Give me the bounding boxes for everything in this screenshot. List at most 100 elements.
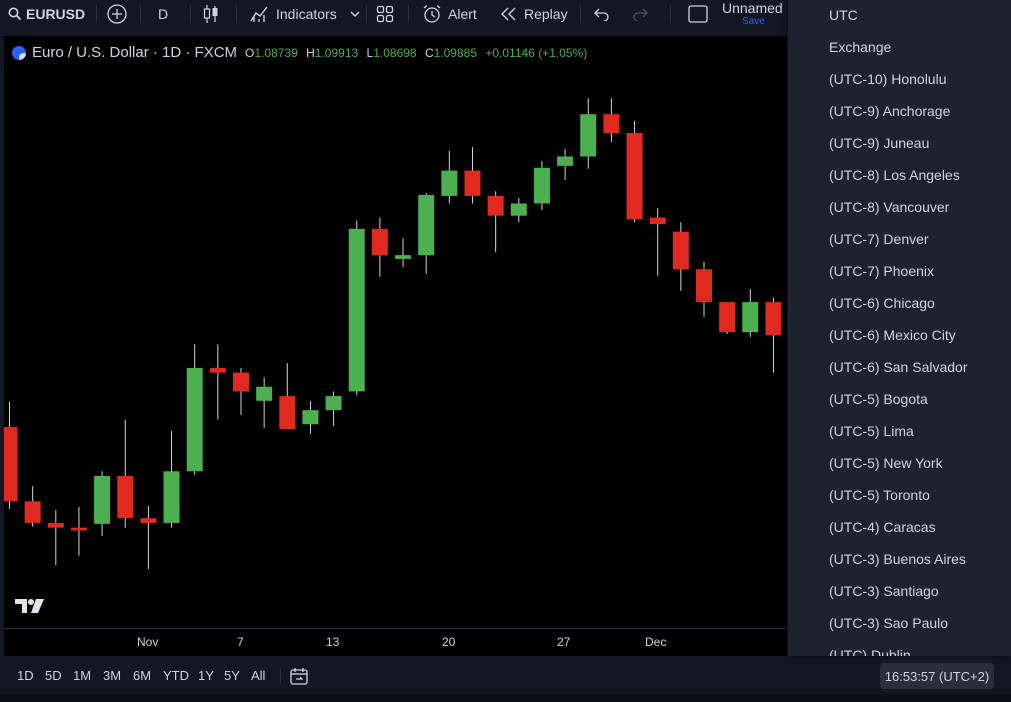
candle-up [580, 114, 597, 157]
candle-up [325, 396, 342, 411]
range-1m-button[interactable]: 1M [73, 668, 91, 683]
indicators-button[interactable]: Indicators [250, 0, 337, 28]
candle-down [140, 518, 157, 523]
timezone-option[interactable]: (UTC-6) Mexico City [829, 327, 956, 343]
timezone-option[interactable]: (UTC-7) Phoenix [829, 263, 934, 279]
compare-symbol-button[interactable] [106, 0, 128, 28]
timezone-option[interactable]: (UTC-6) San Salvador [829, 359, 968, 375]
indicator-templates-button[interactable] [350, 0, 360, 28]
timezone-option[interactable]: (UTC-3) Buenos Aires [829, 551, 966, 567]
candle-down [47, 522, 64, 528]
timezone-option[interactable]: (UTC-3) Sao Paulo [829, 615, 948, 631]
high-label: H [306, 45, 315, 60]
timezone-option[interactable]: (UTC-5) Bogota [829, 391, 928, 407]
toolbar-divider [236, 5, 237, 23]
toolbar-divider [96, 5, 97, 23]
layout-setup-button[interactable] [376, 0, 394, 28]
timezone-option[interactable]: (UTC-6) Chicago [829, 295, 935, 311]
layout-checkbox[interactable] [688, 0, 708, 28]
candle-down [696, 269, 712, 303]
toolbar-divider [670, 5, 671, 23]
price-chart[interactable]: Euro / U.S. Dollar · 1D · FXCM O1.08739 … [4, 36, 787, 628]
timezone-option[interactable]: (UTC-5) Lima [829, 423, 914, 439]
timezone-menu[interactable]: UTC Exchange (UTC-10) Honolulu (UTC-9) Anch… [788, 0, 1011, 656]
x-tick-label: 13 [326, 635, 340, 649]
interval-button[interactable]: D [158, 0, 168, 28]
toolbar-divider [408, 5, 409, 23]
close-label: C [424, 45, 434, 60]
symbol-label: EURUSD [26, 6, 86, 22]
currency-flag-icon [12, 45, 26, 60]
grid-layout-icon [376, 5, 394, 23]
candle-down [279, 396, 296, 429]
range-ytd-button[interactable]: YTD [163, 668, 189, 683]
search-icon [8, 7, 22, 21]
x-tick-label: 20 [442, 635, 456, 649]
range-3m-button[interactable]: 3M [103, 668, 121, 683]
timezone-option[interactable]: (UTC-8) Los Angeles [829, 167, 960, 183]
open-value: 1.08739 [254, 45, 298, 60]
candle-up [510, 203, 527, 216]
time-axis[interactable]: Nov 7 13 20 27 Dec [4, 628, 787, 657]
range-all-button[interactable]: All [251, 668, 265, 683]
toolbar-divider [580, 5, 581, 23]
chart-type-button[interactable] [202, 0, 220, 28]
range-1d-button[interactable]: 1D [17, 668, 34, 683]
candle-down [4, 427, 18, 502]
timezone-option[interactable]: (UTC) Dublin [829, 647, 911, 656]
timezone-option[interactable]: (UTC-7) Denver [829, 231, 929, 247]
timezone-option[interactable]: (UTC-4) Caracas [829, 519, 936, 535]
save-label: Save [742, 16, 765, 27]
layout-name: Unnamed [722, 0, 783, 16]
range-5d-button[interactable]: 5D [45, 668, 62, 683]
x-tick-label: Dec [645, 635, 667, 649]
layout-name-button[interactable]: Unnamed Save [722, 0, 783, 28]
ohlc-values: O1.08739 H1.09913 L1.08698 C1.09885 +0.0… [245, 46, 592, 60]
candles-icon [203, 5, 218, 23]
timezone-option[interactable]: (UTC-9) Anchorage [829, 103, 950, 119]
candle-down [649, 217, 666, 225]
alert-label: Alert [448, 6, 477, 22]
redo-button[interactable] [632, 0, 648, 28]
square-icon [688, 5, 708, 23]
candle-down [603, 114, 620, 133]
candle-up [418, 194, 435, 256]
candle-down [70, 527, 87, 531]
symbol-search-button[interactable]: EURUSD [8, 0, 85, 28]
x-tick-label: Nov [137, 635, 159, 649]
timezone-clock-button[interactable]: 16:53:57 (UTC+2) [880, 663, 994, 689]
timezone-option[interactable]: (UTC-9) Juneau [829, 135, 929, 151]
plus-circle-icon [107, 4, 127, 24]
indicators-label: Indicators [276, 6, 337, 22]
chevron-down-icon [350, 11, 360, 17]
alert-button[interactable]: Alert [422, 0, 477, 28]
timezone-option[interactable]: UTC [829, 7, 858, 23]
timezone-option[interactable]: (UTC-5) Toronto [829, 487, 930, 503]
candle-up [163, 471, 180, 523]
candle-up [256, 386, 273, 401]
undo-button[interactable] [594, 0, 610, 28]
change-value: +0.01146 (+1.05%) [485, 45, 588, 60]
toolbar-divider [140, 5, 141, 23]
timezone-option[interactable]: (UTC-3) Santiago [829, 583, 939, 599]
candle-down [487, 195, 504, 216]
redo-icon [633, 8, 648, 21]
timezone-option[interactable]: (UTC-8) Vancouver [829, 199, 949, 215]
range-1y-button[interactable]: 1Y [198, 668, 214, 683]
rewind-icon [501, 7, 516, 21]
timezone-option[interactable]: (UTC-5) New York [829, 455, 943, 471]
chart-legend: Euro / U.S. Dollar · 1D · FXCM O1.08739 … [12, 44, 592, 61]
candle-down [117, 475, 134, 519]
bottom-divider [280, 667, 281, 685]
go-to-date-button[interactable] [289, 666, 309, 689]
candle-up [742, 302, 759, 333]
replay-button[interactable]: Replay [500, 0, 568, 28]
candle-down [24, 501, 41, 523]
timezone-option[interactable]: Exchange [829, 39, 891, 55]
range-6m-button[interactable]: 6M [133, 668, 151, 683]
x-tick-label: 7 [237, 635, 244, 649]
candle-down [209, 367, 226, 373]
bottom-toolbar: 1D 5D 1M 3M 6M YTD 1Y 5Y All 16:53:57 (U… [0, 656, 1011, 694]
range-5y-button[interactable]: 5Y [224, 668, 240, 683]
timezone-option[interactable]: (UTC-10) Honolulu [829, 71, 946, 87]
